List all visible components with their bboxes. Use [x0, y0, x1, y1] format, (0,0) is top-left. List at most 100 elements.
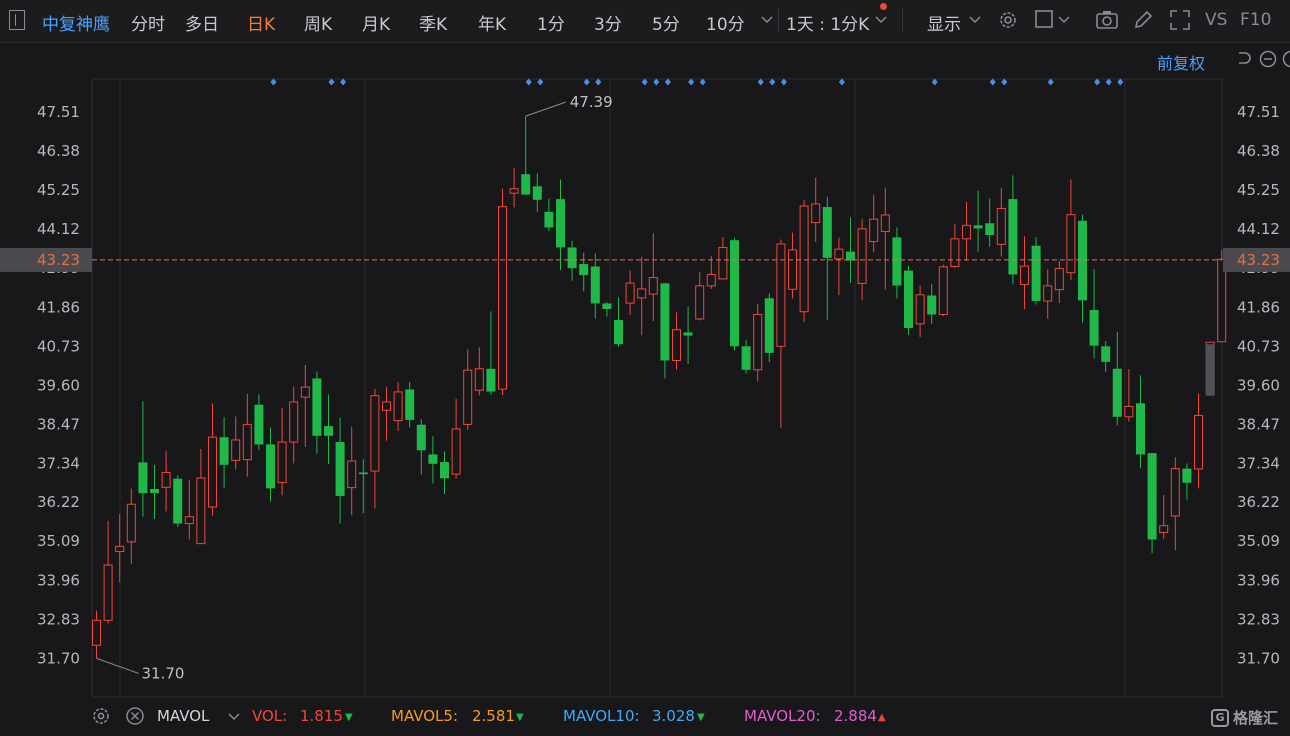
candle[interactable]: [695, 272, 705, 321]
event-marker-diamond[interactable]: [1105, 78, 1112, 86]
event-marker-diamond[interactable]: [699, 78, 706, 86]
candle[interactable]: [463, 349, 473, 430]
event-marker-diamond[interactable]: [688, 78, 695, 86]
candle[interactable]: [370, 388, 380, 509]
candle[interactable]: [440, 451, 449, 494]
event-marker-diamond[interactable]: [780, 78, 787, 86]
event-marker-diamond[interactable]: [1047, 78, 1054, 86]
candle[interactable]: [996, 187, 1006, 257]
candle[interactable]: [184, 480, 194, 540]
candle[interactable]: [985, 198, 995, 247]
candle[interactable]: [335, 417, 345, 524]
candle[interactable]: [1066, 179, 1076, 280]
event-marker-diamond[interactable]: [595, 78, 602, 86]
candle[interactable]: [753, 303, 763, 382]
candle[interactable]: [1020, 236, 1029, 309]
candle[interactable]: [683, 306, 693, 364]
candle[interactable]: [509, 167, 519, 208]
event-marker-diamond[interactable]: [583, 78, 590, 86]
event-marker-diamond[interactable]: [537, 78, 544, 86]
event-marker-diamond[interactable]: [1001, 78, 1008, 86]
candle[interactable]: [532, 173, 542, 212]
candle[interactable]: [799, 200, 809, 323]
candle[interactable]: [208, 403, 217, 516]
candle[interactable]: [811, 177, 821, 242]
candle[interactable]: [161, 450, 171, 512]
indicator-chevron-down-icon[interactable]: [227, 709, 249, 731]
candle[interactable]: [324, 394, 333, 465]
candle[interactable]: [1089, 268, 1099, 359]
candle[interactable]: [254, 394, 264, 450]
candle[interactable]: [915, 285, 925, 337]
candle[interactable]: [126, 488, 136, 565]
candle[interactable]: [1031, 237, 1041, 305]
candle[interactable]: [625, 270, 635, 315]
candlestick-chart[interactable]: 47.5146.3845.2544.1242.9941.8640.7339.60…: [0, 0, 1290, 700]
candle[interactable]: [904, 265, 913, 335]
candle[interactable]: [521, 116, 531, 195]
event-marker-diamond[interactable]: [769, 78, 776, 86]
candle[interactable]: [416, 419, 426, 475]
candle[interactable]: [277, 407, 287, 496]
candle[interactable]: [1136, 375, 1145, 469]
candle[interactable]: [579, 252, 589, 292]
candle[interactable]: [1159, 494, 1169, 539]
event-marker-diamond[interactable]: [757, 78, 764, 86]
candle[interactable]: [660, 283, 670, 379]
candle[interactable]: [950, 223, 960, 268]
candle[interactable]: [92, 610, 101, 659]
candle[interactable]: [1112, 331, 1122, 426]
candle[interactable]: [115, 513, 125, 583]
candle[interactable]: [938, 264, 948, 317]
candle[interactable]: [822, 196, 832, 320]
candle[interactable]: [1182, 463, 1192, 500]
candle[interactable]: [428, 436, 438, 484]
candle[interactable]: [358, 459, 368, 514]
event-marker-diamond[interactable]: [1094, 78, 1101, 86]
event-marker-diamond[interactable]: [525, 78, 532, 86]
indicator-name[interactable]: MAVOL: [157, 707, 209, 725]
candle[interactable]: [962, 201, 971, 261]
candle[interactable]: [1194, 393, 1203, 489]
candle[interactable]: [266, 427, 275, 502]
event-marker-diamond[interactable]: [328, 78, 335, 86]
candle[interactable]: [880, 187, 890, 290]
candle[interactable]: [672, 312, 681, 370]
candle[interactable]: [834, 237, 844, 296]
candle[interactable]: [927, 283, 937, 324]
candle[interactable]: [231, 416, 241, 470]
candle[interactable]: [474, 347, 484, 396]
candle[interactable]: [1043, 269, 1053, 319]
candle[interactable]: [544, 198, 554, 232]
candle[interactable]: [776, 239, 786, 428]
candle[interactable]: [498, 188, 507, 396]
event-marker-diamond[interactable]: [270, 78, 277, 86]
candle[interactable]: [382, 386, 391, 441]
candle[interactable]: [706, 256, 716, 289]
candle[interactable]: [788, 232, 797, 299]
candle[interactable]: [973, 190, 983, 252]
candle[interactable]: [846, 217, 855, 284]
candle[interactable]: [590, 253, 600, 319]
event-marker-diamond[interactable]: [664, 78, 671, 86]
candle[interactable]: [892, 227, 902, 299]
candle[interactable]: [567, 240, 577, 281]
candle[interactable]: [347, 426, 357, 516]
candle[interactable]: [1124, 369, 1134, 422]
event-marker-diamond[interactable]: [641, 78, 648, 86]
candle[interactable]: [1008, 175, 1018, 285]
event-marker-diamond[interactable]: [838, 78, 845, 86]
candle[interactable]: [300, 364, 310, 447]
event-marker-diamond[interactable]: [931, 78, 938, 86]
event-marker-diamond[interactable]: [989, 78, 996, 86]
candle[interactable]: [312, 371, 322, 454]
candle[interactable]: [556, 179, 565, 271]
candle[interactable]: [1054, 260, 1064, 304]
candle[interactable]: [242, 393, 252, 477]
candle[interactable]: [637, 256, 647, 336]
candle[interactable]: [1170, 457, 1180, 551]
candle[interactable]: [103, 520, 113, 624]
candle[interactable]: [451, 398, 461, 479]
candle[interactable]: [764, 293, 774, 363]
indicator-settings-gear-icon[interactable]: [91, 706, 113, 728]
